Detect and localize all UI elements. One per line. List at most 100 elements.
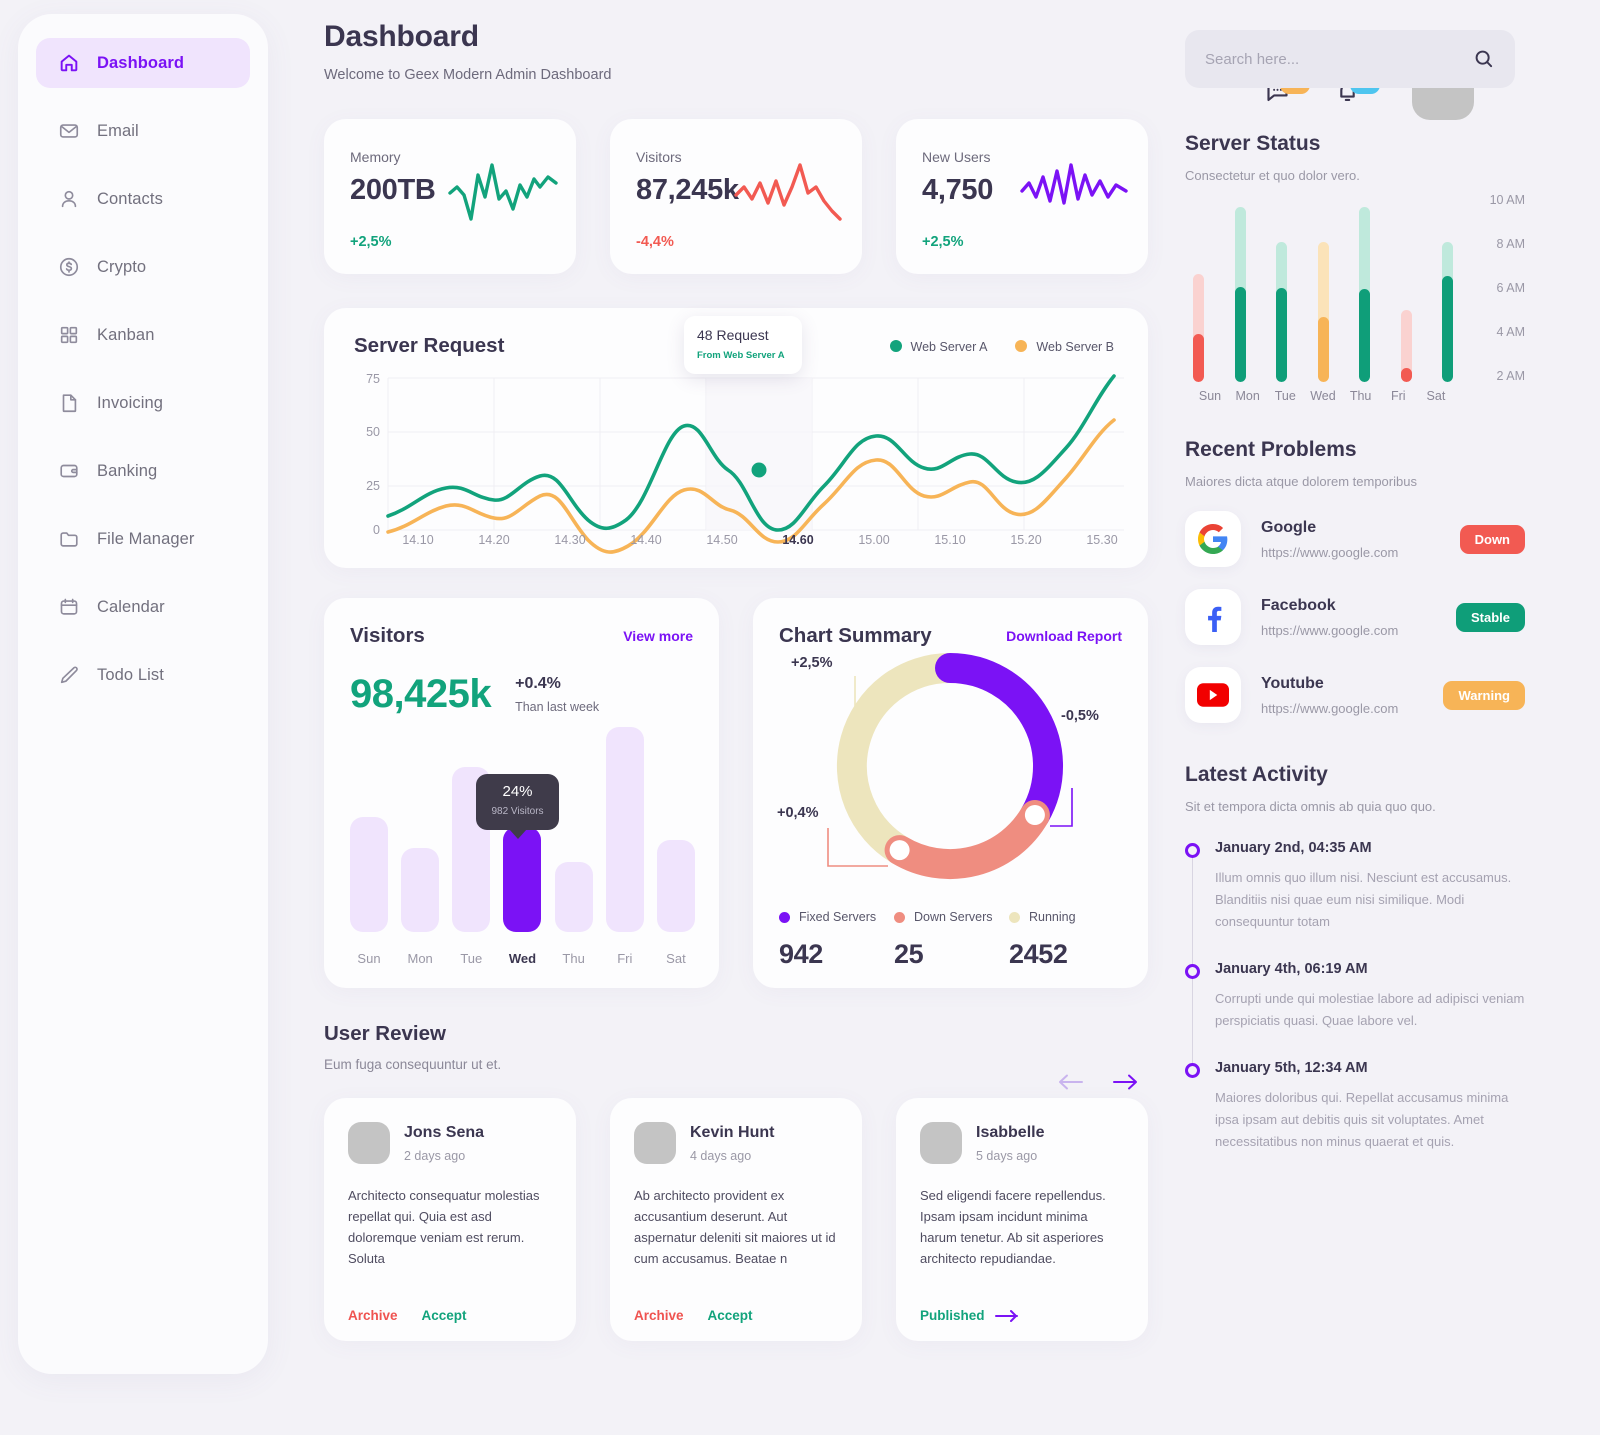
sidebar-item-crypto[interactable]: Crypto	[36, 242, 250, 292]
problem-name: Facebook	[1261, 596, 1336, 614]
chart-summary-card: Chart Summary Download Report +2,5% -0,5…	[753, 598, 1148, 988]
sidebar-item-file-manager[interactable]: File Manager	[36, 514, 250, 564]
value-fixed-servers: 942	[779, 939, 823, 969]
avatar	[920, 1122, 962, 1164]
visitors-title: Visitors	[350, 624, 425, 647]
published-button[interactable]: Published	[920, 1308, 1020, 1323]
server-bar-sun[interactable]	[1193, 274, 1204, 382]
sidebar-item-kanban[interactable]: Kanban	[36, 310, 250, 360]
document-icon	[57, 392, 80, 415]
problem-row[interactable]: Google https://www.google.com Down	[1185, 511, 1525, 567]
svg-text:0: 0	[373, 523, 380, 537]
visitors-card: Visitors View more 98,425k +0.4% Than la…	[324, 598, 719, 988]
server-bar-tue[interactable]	[1276, 242, 1287, 382]
timeline-dot-icon	[1185, 843, 1200, 858]
accept-button[interactable]: Accept	[422, 1308, 467, 1323]
problem-url: https://www.google.com	[1261, 544, 1399, 560]
envelope-icon	[57, 120, 80, 143]
server-request-x-labels: 14.10 14.20 14.30 14.40 14.50 14.60 15.0…	[402, 533, 1118, 547]
review-text: Architecto consequatur molestias repella…	[348, 1188, 540, 1266]
arrow-right-icon[interactable]	[1110, 1072, 1140, 1092]
dollar-circle-icon	[57, 256, 80, 279]
home-icon	[57, 52, 80, 75]
user-review-title: User Review	[324, 1022, 446, 1045]
sparkline-new-users	[1020, 163, 1128, 205]
sidebar-item-banking[interactable]: Banking	[36, 446, 250, 496]
activity-timeline: January 2nd, 04:35 AM Illum omnis quo il…	[1185, 840, 1525, 1153]
timeline-item: January 2nd, 04:35 AM Illum omnis quo il…	[1185, 840, 1525, 933]
sidebar-item-invoicing[interactable]: Invoicing	[36, 378, 250, 428]
timeline-text: Corrupti unde qui molestiae labore ad ad…	[1215, 991, 1525, 1028]
sidebar-item-label: Kanban	[97, 325, 155, 344]
visitors-value: 98,425k	[350, 672, 492, 716]
sidebar: Dashboard Email Contacts Crypto Kanban I…	[18, 14, 268, 1374]
sidebar-item-email[interactable]: Email	[36, 106, 250, 156]
server-status-chart: Sun Mon Tue Wed Thu Fri Sat 10 AM 8 AM 6…	[1185, 193, 1525, 412]
server-status-y-labels: 10 AM 8 AM 6 AM 4 AM 2 AM	[1489, 193, 1525, 383]
status-badge: Down	[1459, 524, 1525, 554]
timeline-dot-icon	[1185, 964, 1200, 979]
avatar	[634, 1122, 676, 1164]
problem-row[interactable]: Facebook https://www.google.com Stable	[1185, 589, 1525, 645]
server-bar-wed[interactable]	[1317, 242, 1329, 382]
user-review-subtitle: Eum fuga consequuntur ut et.	[324, 1057, 502, 1072]
status-badge: Stable	[1455, 602, 1525, 632]
view-more-link[interactable]: View more	[623, 628, 693, 644]
bar-sun[interactable]	[350, 817, 388, 932]
bar-thu[interactable]	[554, 862, 593, 932]
server-bar-sat[interactable]	[1442, 242, 1453, 382]
user-review-cards: Jons Sena 2 days ago Architecto consequa…	[324, 1098, 1148, 1341]
timeline-dot-icon	[1185, 1063, 1200, 1078]
visitors-summary-row: Visitors View more 98,425k +0.4% Than la…	[324, 598, 1148, 988]
timeline-date: January 2nd, 04:35 AM	[1215, 840, 1372, 856]
sidebar-item-dashboard[interactable]: Dashboard	[36, 38, 250, 88]
chart-summary-title: Chart Summary	[779, 624, 932, 647]
search-box[interactable]	[1185, 30, 1515, 88]
server-status-bars	[1193, 197, 1453, 382]
stat-card-new-users: New Users 4,750 +2,5%	[896, 119, 1148, 274]
timeline-item: January 4th, 06:19 AM Corrupti unde qui …	[1185, 961, 1525, 1032]
bar-mon[interactable]	[401, 848, 440, 932]
problem-row[interactable]: Youtube https://www.google.com Warning	[1185, 667, 1525, 723]
review-text: Ab architecto provident ex accusantium d…	[634, 1188, 836, 1266]
server-bar-mon[interactable]	[1234, 207, 1246, 382]
archive-button[interactable]: Archive	[634, 1308, 684, 1323]
bar-wed[interactable]	[503, 827, 542, 932]
sparkline-memory	[448, 163, 558, 221]
legend-item: Web Server A	[889, 338, 987, 356]
server-bar-fri[interactable]	[1400, 310, 1412, 382]
youtube-icon	[1185, 667, 1241, 723]
download-report-link[interactable]: Download Report	[1006, 628, 1122, 644]
server-bar-thu[interactable]	[1359, 207, 1370, 382]
recent-problems-section: Recent Problems Maiores dicta atque dolo…	[1185, 438, 1525, 723]
server-status-x-labels: Sun Mon Tue Wed Thu Fri Sat	[1198, 389, 1446, 403]
stat-card-visitors: Visitors 87,245k -4,4%	[610, 119, 862, 274]
server-status-title: Server Status	[1185, 132, 1321, 155]
value-down-servers: 25	[894, 939, 924, 969]
accept-button[interactable]: Accept	[708, 1308, 753, 1323]
timeline-item: January 5th, 12:34 AM Maiores doloribus …	[1185, 1060, 1525, 1153]
arrow-right-icon	[994, 1309, 1018, 1322]
sidebar-item-label: Email	[97, 121, 139, 140]
latest-activity-section: Latest Activity Sit et tempora dicta omn…	[1185, 763, 1525, 1153]
folder-icon	[57, 528, 80, 551]
chart-summary-legend: Fixed Servers Down Servers Running	[779, 910, 1124, 924]
archive-button[interactable]: Archive	[348, 1308, 398, 1323]
sidebar-item-calendar[interactable]: Calendar	[36, 582, 250, 632]
recent-problems-subtitle: Maiores dicta atque dolorem temporibus	[1185, 474, 1417, 489]
bar-sat[interactable]	[656, 840, 695, 932]
bar-fri[interactable]	[605, 727, 644, 932]
avatar	[348, 1122, 390, 1164]
page-subtitle: Welcome to Geex Modern Admin Dashboard	[324, 67, 612, 83]
legend-item: Down Servers	[894, 910, 1009, 924]
value-running: 2452	[1009, 939, 1068, 969]
timeline-date: January 5th, 12:34 AM	[1215, 1060, 1368, 1076]
sidebar-item-todo-list[interactable]: Todo List	[36, 650, 250, 700]
donut-chart: +2,5% -0,5% +0,4%	[753, 648, 1148, 898]
callout-fixed: -0,5%	[1061, 708, 1099, 724]
sidebar-item-contacts[interactable]: Contacts	[36, 174, 250, 224]
arrow-left-icon[interactable]	[1056, 1072, 1086, 1092]
timeline-text: Maiores doloribus qui. Repellat accusamu…	[1215, 1090, 1509, 1149]
search-icon[interactable]	[1473, 48, 1495, 70]
search-input[interactable]	[1205, 50, 1473, 68]
